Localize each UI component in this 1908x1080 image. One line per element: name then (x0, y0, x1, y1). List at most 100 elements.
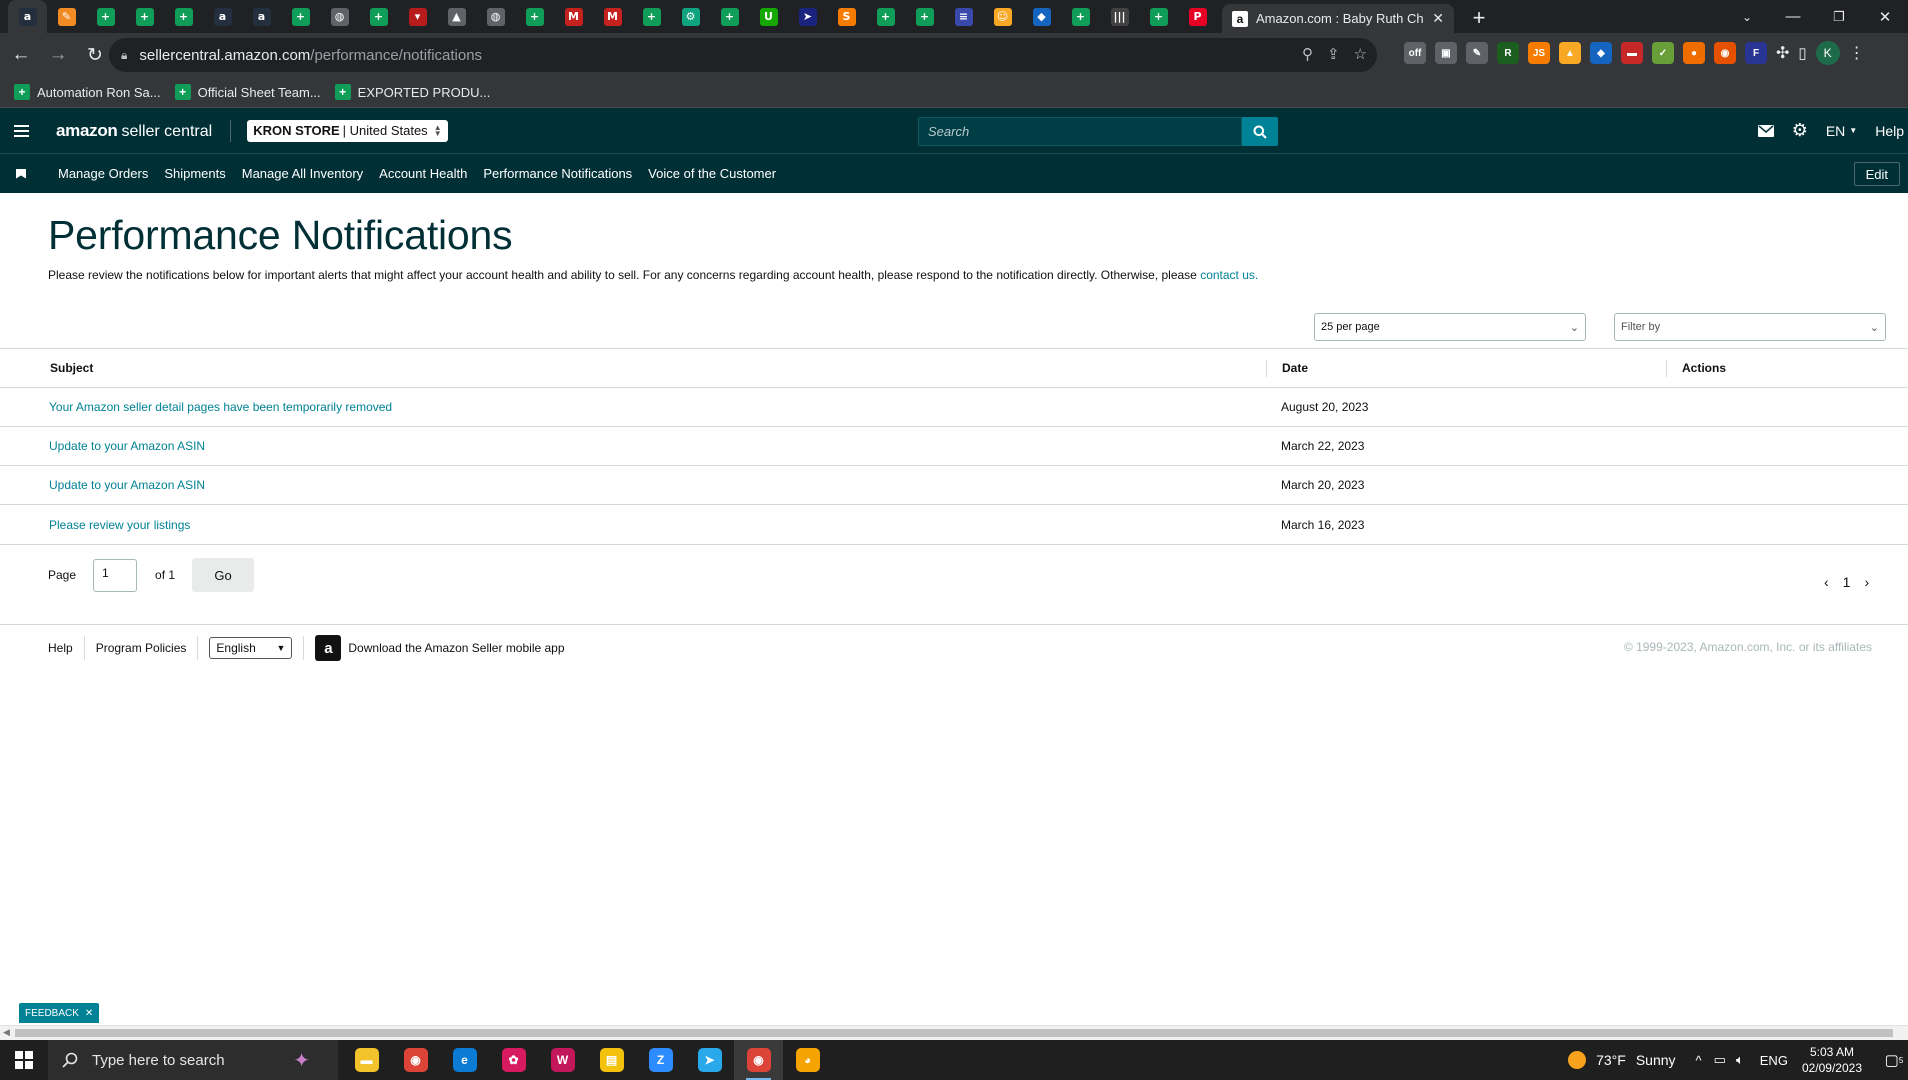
taskbar-app[interactable]: ◕ (783, 1040, 832, 1080)
bookmark-item[interactable]: + Official Sheet Team... (174, 84, 321, 100)
tab-search-icon[interactable]: ⌄ (1724, 0, 1770, 33)
nav-voice-of-the-customer[interactable]: Voice of the Customer (648, 166, 776, 181)
pinned-tab[interactable]: a (203, 0, 242, 33)
taskbar-app[interactable]: ▬ (342, 1040, 391, 1080)
page-number-input[interactable]: 1 (93, 558, 138, 592)
notification-center-icon[interactable]: ▢ 5 (1880, 1040, 1908, 1080)
footer-help-link[interactable]: Help (48, 641, 73, 655)
windows-start-icon[interactable] (0, 1040, 48, 1080)
volume-icon[interactable]: 🔈︎ (1736, 1052, 1744, 1068)
close-tab-icon[interactable]: ✕ (1432, 10, 1444, 27)
taskbar-app[interactable]: ◉ (734, 1040, 783, 1080)
pinned-tab[interactable]: + (632, 0, 671, 33)
language-selector[interactable]: EN ▼ (1826, 123, 1857, 139)
bookmark-item[interactable]: + Automation Ron Sa... (14, 84, 161, 100)
horizontal-scrollbar[interactable]: ◀ (0, 1025, 1908, 1040)
nav-manage-all-inventory[interactable]: Manage All Inventory (242, 166, 363, 181)
scrollbar-thumb[interactable] (15, 1029, 1893, 1037)
column-header-date[interactable]: Date (1282, 361, 1308, 375)
nav-manage-orders[interactable]: Manage Orders (58, 166, 148, 181)
back-icon[interactable]: ← (5, 39, 37, 71)
feedback-tab[interactable]: FEEDBACK ✕ (19, 1003, 100, 1023)
pinned-tab[interactable]: a (8, 0, 47, 33)
nav-performance-notifications[interactable]: Performance Notifications (483, 166, 632, 181)
more-menu-icon[interactable]: ⋮ (1849, 43, 1865, 63)
red-extension-icon[interactable]: ▬ (1621, 42, 1643, 64)
current-page[interactable]: 1 (1843, 574, 1851, 590)
pinned-tab[interactable]: ||| (1100, 0, 1139, 33)
weather-widget[interactable]: 73°F Sunny (1568, 1051, 1676, 1069)
pinned-tab[interactable]: ≡ (944, 0, 983, 33)
mail-icon[interactable] (1757, 124, 1774, 137)
r-extension-icon[interactable]: R (1497, 42, 1519, 64)
taskbar-app[interactable]: Z (636, 1040, 685, 1080)
input-language[interactable]: ENG (1760, 1053, 1788, 1068)
filter-select[interactable]: Filter by ⌄ (1614, 313, 1886, 341)
notification-subject-link[interactable]: Please review your listings (49, 518, 190, 532)
pinned-tab[interactable]: + (866, 0, 905, 33)
share-icon[interactable]: ⇪ (1327, 45, 1340, 63)
network-icon[interactable]: ▭ (1714, 1052, 1726, 1068)
pinned-tab[interactable]: + (905, 0, 944, 33)
pinned-tab[interactable]: a (242, 0, 281, 33)
circle-extension-icon[interactable]: ● (1683, 42, 1705, 64)
off-extension-icon[interactable]: off (1404, 42, 1426, 64)
pinned-tab[interactable]: + (86, 0, 125, 33)
profile-avatar[interactable]: K (1815, 41, 1840, 65)
bookmark-item[interactable]: + EXPORTED PRODU... (334, 84, 490, 100)
pinned-tab[interactable]: + (125, 0, 164, 33)
fox-extension-icon[interactable]: ◉ (1714, 42, 1736, 64)
clock[interactable]: 5:03 AM 02/09/2023 (1802, 1044, 1862, 1076)
nav-shipments[interactable]: Shipments (164, 166, 225, 181)
column-header-subject[interactable]: Subject (50, 361, 93, 375)
blue-diamond-extension-icon[interactable]: ◆ (1590, 42, 1612, 64)
pinned-tab[interactable]: P (1178, 0, 1217, 33)
language-select[interactable]: English ▼ (209, 637, 293, 659)
mobile-app-link[interactable]: Download the Amazon Seller mobile app (348, 641, 564, 655)
green-extension-icon[interactable]: ✓ (1652, 42, 1674, 64)
chevron-up-icon[interactable]: ^ (1696, 1053, 1702, 1068)
gear-icon[interactable]: ⚙ (1792, 120, 1808, 141)
close-window-icon[interactable]: ✕ (1862, 0, 1908, 33)
pinned-tab[interactable]: ⚙ (671, 0, 710, 33)
amazon-app-icon[interactable]: a (315, 635, 342, 661)
pinned-tab[interactable]: ◍ (476, 0, 515, 33)
program-policies-link[interactable]: Program Policies (96, 641, 187, 655)
pinned-tab[interactable]: ▲ (437, 0, 476, 33)
pinned-tab[interactable]: S (827, 0, 866, 33)
chevron-right-icon[interactable]: › (1864, 574, 1869, 590)
chart-extension-icon[interactable]: ▲ (1559, 42, 1581, 64)
pinned-tab[interactable]: + (515, 0, 554, 33)
pinned-tab[interactable]: ✎ (47, 0, 86, 33)
restore-icon[interactable]: ❐ (1816, 0, 1862, 33)
notification-subject-link[interactable]: Update to your Amazon ASIN (49, 439, 205, 453)
edit-extension-icon[interactable]: ✎ (1466, 42, 1488, 64)
nav-account-health[interactable]: Account Health (379, 166, 467, 181)
help-link[interactable]: Help (1875, 123, 1904, 139)
go-button[interactable]: Go (192, 558, 255, 592)
address-bar[interactable]: 🔒︎ sellercentral.amazon.com/performance/… (109, 38, 1377, 72)
taskbar-app[interactable]: ✿ (489, 1040, 538, 1080)
notification-subject-link[interactable]: Update to your Amazon ASIN (49, 478, 205, 492)
pinned-tab[interactable]: + (1061, 0, 1100, 33)
active-tab[interactable]: a Amazon.com : Baby Ruth Chocol ✕ (1222, 4, 1454, 33)
seller-central-logo[interactable]: amazon seller central (56, 121, 212, 141)
pinned-tab[interactable]: M (593, 0, 632, 33)
minimize-icon[interactable]: — (1770, 0, 1816, 33)
bookmark-icon[interactable] (16, 168, 26, 179)
pinned-tab[interactable]: U (749, 0, 788, 33)
star-icon[interactable]: ☆ (1354, 45, 1367, 63)
forward-icon[interactable]: → (42, 39, 74, 71)
new-tab-icon[interactable]: + (1466, 5, 1492, 31)
taskbar-app[interactable]: ➤ (685, 1040, 734, 1080)
taskbar-app[interactable]: W (538, 1040, 587, 1080)
notification-subject-link[interactable]: Your Amazon seller detail pages have bee… (49, 400, 392, 414)
pinned-tab[interactable]: ☺ (983, 0, 1022, 33)
zoom-icon[interactable]: ⚲ (1302, 45, 1313, 63)
search-input[interactable]: Search (918, 117, 1242, 146)
pinned-tab[interactable]: ◆ (1022, 0, 1061, 33)
menu-icon[interactable] (0, 124, 42, 137)
taskbar-app[interactable]: e (440, 1040, 489, 1080)
pinned-tab[interactable]: ➤ (788, 0, 827, 33)
image-extension-icon[interactable]: ▣ (1435, 42, 1457, 64)
